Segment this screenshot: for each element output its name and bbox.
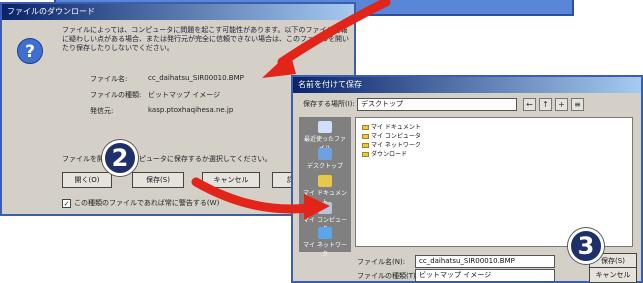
list-item[interactable]: マイ ドキュメント bbox=[362, 122, 421, 131]
up-folder-icon[interactable]: ↑ bbox=[539, 98, 552, 111]
file-type-row: ファイルの種類: ビットマップ イメージ bbox=[90, 90, 220, 100]
step-2-badge: 2 bbox=[102, 140, 138, 176]
network-icon bbox=[318, 227, 332, 239]
list-item-label: マイ コンピュータ bbox=[371, 133, 421, 140]
save-file-name-value: cc_daihatsu_SIR00010.BMP bbox=[419, 257, 515, 265]
open-button[interactable]: 開く(O) bbox=[62, 172, 112, 188]
folder-icon bbox=[362, 152, 369, 157]
open-or-save-prompt: ファイルを開くか、コンピュータに保存するか選択してください。 bbox=[62, 155, 272, 163]
cancel-button[interactable]: キャンセル bbox=[202, 172, 260, 188]
question-icon: ? bbox=[17, 38, 43, 64]
save-file-type-value: ビットマップ イメージ bbox=[419, 271, 492, 279]
source-row: 発信元: kasp.ptoxhaqihesa.ne.jp bbox=[90, 106, 233, 116]
checkbox-check-icon[interactable]: ✓ bbox=[62, 198, 71, 208]
file-name-row: ファイル名: cc_daihatsu_SIR00010.BMP bbox=[90, 74, 244, 84]
dialog-message: ファイルによっては、コンピュータに問題を起こす可能性があります。以下のファイル情… bbox=[62, 26, 349, 52]
folder-icon bbox=[362, 125, 369, 130]
desktop-icon bbox=[318, 148, 332, 160]
file-type-value: ビットマップ イメージ bbox=[148, 91, 221, 99]
place-my-documents[interactable]: マイ ドキュメント bbox=[303, 175, 347, 206]
save-dialog-title: 名前を付けて保存 bbox=[293, 77, 641, 93]
place-label: マイ ネットワーク bbox=[303, 242, 347, 258]
folder-icon bbox=[362, 134, 369, 139]
back-icon[interactable]: ← bbox=[523, 98, 536, 111]
list-item[interactable]: ダウンロード bbox=[362, 149, 407, 158]
list-item[interactable]: マイ コンピュータ bbox=[362, 131, 421, 140]
file-name-value: cc_daihatsu_SIR00010.BMP bbox=[148, 74, 244, 82]
view-menu-icon[interactable]: ≡ bbox=[571, 98, 584, 111]
always-ask-label: この種類のファイルであれば常に警告する(W) bbox=[74, 199, 220, 207]
place-my-computer[interactable]: マイ コンピュータ bbox=[303, 202, 347, 233]
save-in-value: デスクトップ bbox=[361, 100, 403, 108]
place-desktop[interactable]: デスクトップ bbox=[303, 148, 347, 170]
place-my-network[interactable]: マイ ネットワーク bbox=[303, 227, 347, 258]
documents-folder-icon bbox=[318, 175, 332, 187]
save-button[interactable]: 保存(S) bbox=[132, 172, 184, 188]
list-item-label: ダウンロード bbox=[371, 151, 408, 158]
source-value: kasp.ptoxhaqihesa.ne.jp bbox=[148, 106, 234, 114]
source-label: 発信元: bbox=[90, 107, 114, 115]
folder-icon bbox=[362, 143, 369, 148]
save-file-type-dropdown[interactable]: ビットマップ イメージ bbox=[415, 269, 555, 282]
computer-icon bbox=[318, 202, 332, 214]
file-name-label: ファイル名: bbox=[90, 75, 128, 83]
list-item-label: マイ ドキュメント bbox=[371, 124, 421, 131]
places-bar: 最近使ったファイル デスクトップ マイ ドキュメント マイ コンピュータ マイ … bbox=[299, 117, 351, 258]
always-ask-checkbox[interactable]: ✓ この種類のファイルであれば常に警告する(W) bbox=[62, 198, 219, 208]
list-item-label: マイ ネットワーク bbox=[371, 142, 421, 149]
recent-icon bbox=[318, 121, 332, 133]
save-as-cancel-button[interactable]: キャンセル bbox=[589, 267, 637, 283]
file-list[interactable]: マイ ドキュメント マイ コンピュータ マイ ネットワーク ダウンロード bbox=[355, 117, 633, 247]
step-3-badge: 3 bbox=[568, 228, 604, 264]
new-folder-icon[interactable]: + bbox=[555, 98, 568, 111]
save-file-name-input[interactable]: cc_daihatsu_SIR00010.BMP bbox=[415, 255, 555, 268]
save-in-dropdown[interactable]: デスクトップ bbox=[357, 98, 517, 111]
place-label: デスクトップ bbox=[306, 163, 343, 170]
file-type-label: ファイルの種類: bbox=[90, 91, 142, 99]
save-file-type-label: ファイルの種類(T): bbox=[357, 272, 419, 280]
place-recent[interactable]: 最近使ったファイル bbox=[303, 121, 347, 152]
save-file-name-label: ファイル名(N): bbox=[357, 258, 406, 266]
list-item[interactable]: マイ ネットワーク bbox=[362, 140, 421, 149]
dialog-title: ファイルのダウンロード bbox=[2, 4, 354, 20]
save-in-label: 保存する場所(I): bbox=[303, 100, 355, 108]
